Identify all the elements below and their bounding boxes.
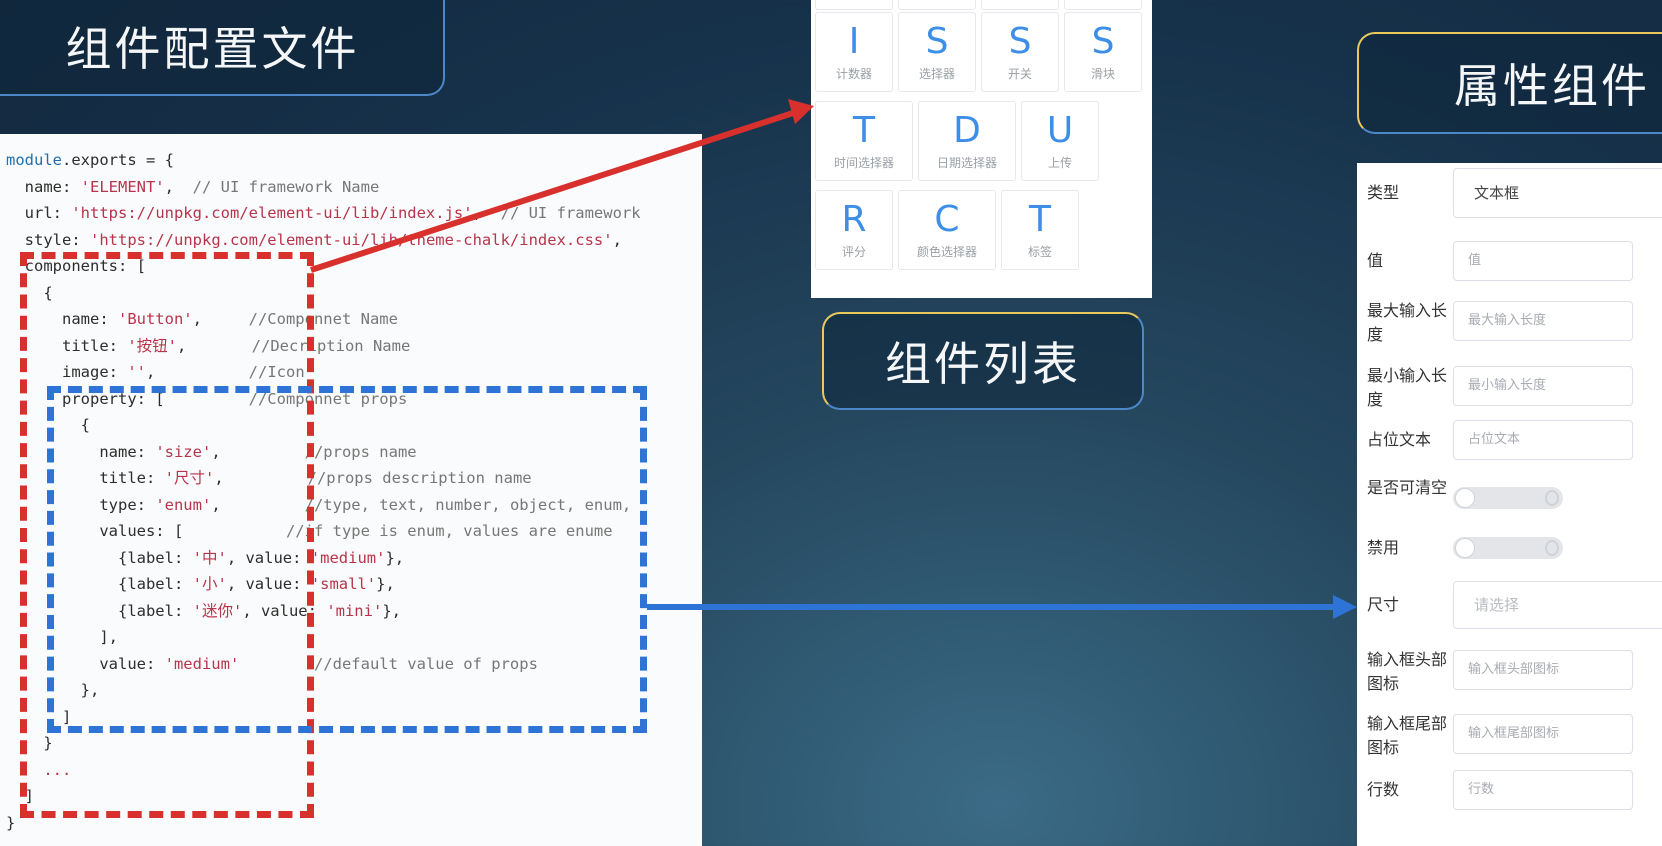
component-icon-letter: C [934, 198, 960, 240]
property-row: 输入框头部图标 输入框头部图标 [1357, 640, 1662, 700]
component-icon-letter: R [841, 198, 867, 240]
component-icon-letter: I [848, 20, 860, 62]
property-row: 禁用 [1357, 528, 1662, 568]
component-tile-partial[interactable] [981, 0, 1059, 10]
component-label: 时间选择器 [833, 155, 894, 170]
property-input[interactable]: 占位文本 [1453, 420, 1633, 460]
component-list-title: 组件列表 [822, 312, 1144, 410]
property-label: 输入框头部图标 [1367, 650, 1448, 693]
component-tile[interactable]: S 滑块 [1064, 12, 1142, 92]
property-input[interactable]: 输入框头部图标 [1453, 650, 1633, 690]
property-component-title-text: 属性组件 [1454, 59, 1650, 113]
component-list-title-text: 组件列表 [885, 337, 1081, 391]
property-row: 是否可清空 [1357, 468, 1662, 528]
component-label: 评分 [841, 244, 866, 259]
property-select[interactable]: 请选择 [1453, 581, 1662, 629]
code-token: .exports = { [62, 151, 174, 169]
property-label: 值 [1367, 251, 1384, 270]
code-line: style: 'https://unpkg.com/element-ui/lib… [6, 227, 641, 254]
component-icon-letter: S [1008, 20, 1032, 62]
component-icon-letter: S [1091, 20, 1115, 62]
property-highlight-box [47, 386, 647, 733]
code-token: , [612, 230, 622, 249]
config-file-title: 组件配置文件 [0, 0, 445, 96]
property-row: 值值 [1357, 236, 1662, 286]
component-label: 滑块 [1090, 66, 1115, 81]
toggle-off-icon [1545, 540, 1559, 556]
code-line: url: 'https://unpkg.com/element-ui/lib/i… [6, 200, 641, 227]
property-input[interactable]: 文本框 [1453, 168, 1662, 218]
property-label: 占位文本 [1367, 430, 1432, 449]
property-row: 输入框尾部图标 输入框尾部图标 [1357, 704, 1662, 764]
property-label: 尺寸 [1367, 595, 1400, 614]
code-token: , [164, 177, 193, 196]
code-token: 'https://unpkg.com/element-ui/lib/index.… [71, 204, 473, 222]
property-row: 最大输入长度 最大输入长度 [1357, 291, 1662, 351]
component-label: 标签 [1027, 244, 1052, 259]
component-label: 颜色选择器 [916, 244, 977, 259]
property-input[interactable]: 值 [1453, 241, 1633, 281]
toggle-off-icon [1545, 490, 1559, 506]
code-line: module.exports = { [6, 147, 641, 174]
component-icon-letter: D [953, 109, 981, 151]
component-tile[interactable]: R 评分 [815, 190, 893, 270]
code-token: style: [6, 230, 90, 249]
code-token: } [6, 813, 16, 832]
component-tile[interactable]: I 计数器 [815, 12, 893, 92]
component-tile[interactable]: S 开关 [981, 12, 1059, 92]
property-row: 尺寸 请选择 [1357, 575, 1662, 635]
component-tile[interactable]: T 标签 [1001, 190, 1079, 270]
code-token: url: [6, 204, 72, 222]
code-token: , [472, 204, 501, 222]
property-label: 禁用 [1367, 538, 1400, 557]
component-tile[interactable]: T 时间选择器 [815, 101, 913, 181]
property-input[interactable]: 最小输入长度 [1453, 366, 1633, 406]
component-label: 选择器 [918, 66, 955, 81]
property-label: 输入框尾部图标 [1367, 714, 1448, 757]
component-tile-partial[interactable] [815, 0, 893, 10]
code-token: module [6, 151, 62, 169]
component-tile[interactable]: C 颜色选择器 [898, 190, 996, 270]
component-icon-letter: U [1046, 109, 1074, 151]
component-label: 计数器 [835, 66, 872, 81]
property-input[interactable]: 最大输入长度 [1453, 301, 1633, 341]
property-row: 最小输入长度 最小输入长度 [1357, 356, 1662, 416]
component-tile[interactable]: U 上传 [1021, 101, 1099, 181]
component-tile-partial[interactable] [898, 0, 976, 10]
code-token: 'https://unpkg.com/element-ui/lib/theme-… [90, 230, 613, 249]
property-toggle[interactable] [1453, 537, 1563, 559]
component-label: 日期选择器 [936, 155, 997, 170]
component-tile[interactable]: D 日期选择器 [918, 101, 1016, 181]
code-token: name: [6, 177, 81, 196]
property-toggle[interactable] [1453, 487, 1563, 509]
component-label: 开关 [1007, 66, 1032, 81]
component-label: 上传 [1047, 155, 1072, 170]
property-label: 是否可清空 [1367, 478, 1448, 497]
component-icon-letter: T [853, 109, 875, 151]
component-tile[interactable]: S 选择器 [898, 12, 976, 92]
toggle-knob [1455, 538, 1475, 558]
property-component-title: 属性组件 [1357, 32, 1662, 134]
property-label: 类型 [1367, 183, 1400, 202]
property-panel: 类型 文本框值值最大输入长度 最大输入长度 最小输入长度 最小输入长度 占位文本 占位文本是… [1357, 163, 1662, 846]
blue-arrow-head [1333, 595, 1357, 619]
toggle-knob [1455, 488, 1475, 508]
component-icon-letter: S [925, 20, 949, 62]
code-line: name: 'ELEMENT', // UI framework Name [6, 174, 641, 201]
component-tile-partial[interactable] [1064, 0, 1142, 10]
component-icon-letter: T [1029, 198, 1051, 240]
config-file-title-text: 组件配置文件 [65, 22, 360, 76]
property-row: 行数 行数 [1357, 765, 1662, 815]
property-row: 占位文本 占位文本 [1357, 415, 1662, 465]
property-label: 最大输入长度 [1367, 301, 1448, 344]
property-label: 最小输入长度 [1367, 366, 1448, 409]
property-input[interactable]: 输入框尾部图标 [1453, 714, 1633, 754]
code-token: // UI framework Name [192, 177, 380, 196]
property-row: 类型 文本框 [1357, 163, 1662, 223]
property-input[interactable]: 行数 [1453, 770, 1633, 810]
component-list-panel: I 计数器 S 选择器 S 开关 S 滑块 T 时间选择器 D 日期选择器 U 上传 R 评分 C 颜色选择器 T 标… [811, 0, 1152, 298]
code-token: 'ELEMENT' [80, 177, 165, 196]
code-token: // UI framework [500, 204, 641, 222]
property-label: 行数 [1367, 780, 1400, 799]
